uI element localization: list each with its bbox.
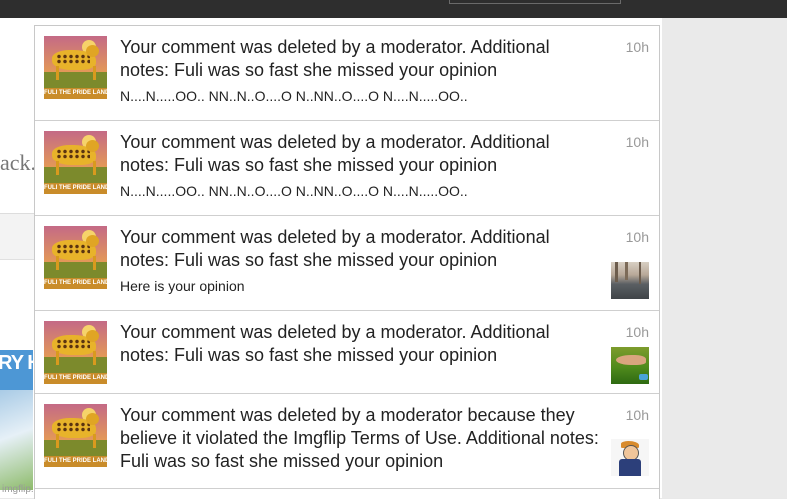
avatar-caption: FULI THE PRIDE LAND'S FASTEST <box>44 456 107 467</box>
notification-time: 10h <box>625 134 649 150</box>
page-fragment-text: ack. <box>0 150 37 175</box>
notification-item[interactable]: FULI THE PRIDE LAND'S FASTEST Your comme… <box>35 394 659 489</box>
notification-message: Your comment was deleted by a moderator … <box>120 405 599 471</box>
notification-time: 10h <box>625 407 649 423</box>
avatar-caption: FULI THE PRIDE LAND'S FASTEST <box>44 278 107 289</box>
page-input-strip[interactable] <box>0 214 34 260</box>
top-nav-search-box[interactable] <box>449 0 621 4</box>
notification-time: 10h <box>625 229 649 245</box>
notification-avatar[interactable]: FULI THE PRIDE LAND'S FASTEST <box>44 131 107 194</box>
notification-time: 10h <box>625 324 649 340</box>
notification-avatar[interactable]: FULI THE PRIDE LAND'S FASTEST <box>44 226 107 289</box>
notification-thumbnail[interactable] <box>611 347 649 384</box>
notification-comment-text: Here is your opinion <box>120 278 245 294</box>
right-gutter <box>662 18 787 498</box>
page-meme-image[interactable]: RY HA <box>0 350 33 490</box>
notification-thumbnail[interactable] <box>611 439 649 476</box>
page-meme-text: RY HA <box>0 352 33 374</box>
notification-avatar[interactable]: FULI THE PRIDE LAND'S FASTEST <box>44 321 107 384</box>
notification-item[interactable]: FULI THE PRIDE LAND'S FASTEST Your comme… <box>35 311 659 394</box>
notification-message: Your comment was deleted by a moderator.… <box>120 37 550 80</box>
notification-comment-text: N....N.....OO.. NN..N..O....O N..NN..O..… <box>120 88 468 104</box>
notification-thumbnail[interactable] <box>611 262 649 299</box>
notification-message: Your comment was deleted by a moderator.… <box>120 132 550 175</box>
notification-message: Your comment was deleted by a moderator.… <box>120 227 550 270</box>
notification-message: Your comment was deleted by a moderator.… <box>120 322 550 365</box>
notification-time: 10h <box>625 39 649 55</box>
notification-avatar[interactable]: FULI THE PRIDE LAND'S FASTEST <box>44 404 107 467</box>
notification-item[interactable]: FULI THE PRIDE LAND'S FASTEST Your comme… <box>35 121 659 216</box>
notification-item[interactable]: FULI THE PRIDE LAND'S FASTEST Your comme… <box>35 26 659 121</box>
avatar-caption: FULI THE PRIDE LAND'S FASTEST <box>44 88 107 99</box>
avatar-caption: FULI THE PRIDE LAND'S FASTEST <box>44 183 107 194</box>
avatar-caption: FULI THE PRIDE LAND'S FASTEST <box>44 373 107 384</box>
notifications-panel: FULI THE PRIDE LAND'S FASTEST Your comme… <box>34 25 660 499</box>
notification-item[interactable]: FULI THE PRIDE LAND'S FASTEST Your comme… <box>35 216 659 311</box>
notification-comment-text: N....N.....OO.. NN..N..O....O N..NN..O..… <box>120 183 468 199</box>
notification-avatar[interactable]: FULI THE PRIDE LAND'S FASTEST <box>44 36 107 99</box>
top-nav-bar <box>0 0 787 18</box>
